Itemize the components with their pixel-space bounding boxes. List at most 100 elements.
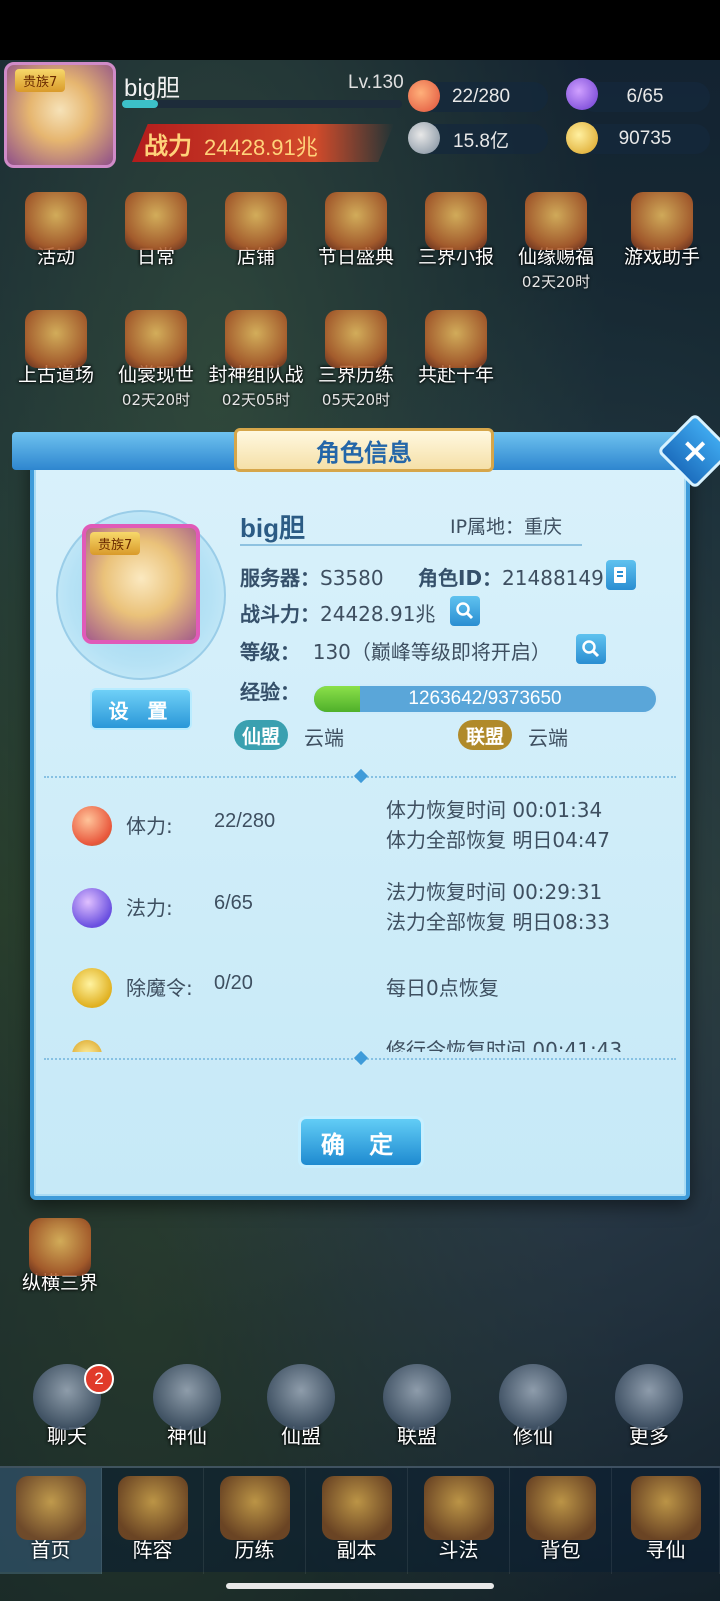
dock-cultivate[interactable]: 修仙 bbox=[490, 1364, 576, 1449]
role-id-label: 角色ID： bbox=[418, 566, 503, 590]
activity-festival[interactable]: 节日盛典 bbox=[306, 192, 406, 269]
alliance-icon bbox=[383, 1364, 451, 1430]
character-name: big胆 bbox=[240, 513, 305, 543]
dock-guild[interactable]: 仙盟 bbox=[258, 1364, 344, 1449]
section-divider bbox=[44, 1050, 676, 1066]
activity-daily[interactable]: 日常 bbox=[106, 192, 206, 269]
player-header: 贵族7 big胆 Lv.130 战力 24428.91兆 22/280 6/65… bbox=[0, 60, 720, 170]
demon-token-row: 除魔令: 0/20 每日0点恢复 bbox=[34, 954, 686, 1024]
magnifier-icon bbox=[456, 602, 474, 620]
name-divider bbox=[240, 544, 582, 546]
dialog-title: 角色信息 bbox=[316, 438, 412, 467]
close-icon: × bbox=[680, 431, 710, 471]
book-icon bbox=[29, 1218, 91, 1276]
level-label: 等级： bbox=[240, 640, 300, 664]
alliance-name[interactable]: 云端 bbox=[528, 722, 568, 751]
combat-label: 战斗力： bbox=[240, 602, 320, 626]
guild-icon bbox=[267, 1364, 335, 1430]
dock-more[interactable]: 更多 bbox=[606, 1364, 692, 1449]
nav-seek[interactable]: 寻仙 bbox=[612, 1468, 720, 1574]
home-icon bbox=[15, 1476, 86, 1540]
settings-button[interactable]: 设 置 bbox=[90, 688, 192, 730]
combat-value: 24428.91兆 bbox=[320, 602, 436, 626]
server-row: 服务器：S3580 bbox=[240, 562, 384, 591]
copy-icon bbox=[614, 567, 626, 583]
stat-note: 体力恢复时间 00:01:34 bbox=[386, 798, 603, 822]
costume-icon bbox=[125, 310, 187, 368]
character-portrait[interactable]: 贵族7 bbox=[82, 524, 200, 644]
guild-tag: 仙盟 bbox=[234, 720, 289, 750]
map-scroll-icon bbox=[630, 1476, 701, 1540]
home-indicator[interactable] bbox=[226, 1583, 494, 1589]
dock-immortals[interactable]: 神仙 bbox=[144, 1364, 230, 1449]
power-label: 战力 bbox=[144, 132, 192, 160]
activity-assistant[interactable]: 游戏助手 bbox=[612, 192, 712, 269]
nav-dungeon[interactable]: 副本 bbox=[306, 1468, 408, 1574]
nav-arena[interactable]: 斗法 bbox=[408, 1468, 510, 1574]
activity-ancient-dojo[interactable]: 上古道场 bbox=[6, 310, 106, 387]
character-info-dialog: 角色信息 × 贵族7 设 置 big胆 IP属地：重庆 服务器：S3580 角色… bbox=[12, 412, 720, 1200]
peach-icon bbox=[408, 80, 440, 112]
dialog-title-plate: 角色信息 bbox=[234, 428, 494, 472]
copy-id-button[interactable] bbox=[606, 560, 636, 590]
activity-team-battle[interactable]: 封神组队战 02天05时 bbox=[206, 310, 306, 410]
fox-mascot-icon bbox=[631, 192, 693, 250]
exp-row: 经验： bbox=[240, 676, 300, 705]
token-icon bbox=[72, 968, 112, 1008]
nav-bag[interactable]: 背包 bbox=[510, 1468, 612, 1574]
side-event[interactable]: 纵横三界 bbox=[10, 1218, 110, 1295]
gold-ingot-icon bbox=[566, 122, 598, 154]
lantern-icon bbox=[25, 192, 87, 250]
stat-note: 体力全部恢复 明日04:47 bbox=[386, 828, 610, 852]
dock-alliance[interactable]: 联盟 bbox=[374, 1364, 460, 1449]
mana-counter[interactable]: 6/65 bbox=[580, 82, 710, 112]
player-level: Lv.130 bbox=[348, 72, 404, 93]
arena-icon bbox=[423, 1476, 494, 1540]
level-value: 130（巅峰等级即将开启） bbox=[312, 640, 551, 664]
activity-blessing[interactable]: 仙缘赐福 02天20时 bbox=[506, 192, 606, 292]
nav-trials[interactable]: 历练 bbox=[204, 1468, 306, 1574]
notification-badge: 2 bbox=[84, 1364, 114, 1394]
combat-detail-button[interactable] bbox=[450, 596, 480, 626]
scroll-icon bbox=[72, 1040, 102, 1052]
activity-huodong[interactable]: 活动 bbox=[6, 192, 106, 269]
nav-lineup[interactable]: 阵容 bbox=[102, 1468, 204, 1574]
activity-newsletter[interactable]: 三界小报 bbox=[406, 192, 506, 269]
nav-home[interactable]: 首页 bbox=[0, 1468, 102, 1574]
gold-counter[interactable]: 90735 bbox=[580, 124, 710, 154]
section-divider bbox=[44, 768, 676, 784]
activity-shop[interactable]: 店铺 bbox=[206, 192, 306, 269]
treasure-chest-icon bbox=[525, 192, 587, 250]
activity-trials[interactable]: 三界历练 05天20时 bbox=[306, 310, 406, 410]
level-detail-button[interactable] bbox=[576, 634, 606, 664]
anniversary-icon bbox=[425, 310, 487, 368]
stamina-value: 22/280 bbox=[451, 86, 511, 107]
server-value: S3580 bbox=[320, 566, 384, 590]
exp-value: 1263642/9373650 bbox=[408, 688, 562, 709]
combat-power-row: 战斗力：24428.91兆 bbox=[240, 598, 435, 627]
stat-value: 6/65 bbox=[214, 892, 253, 914]
stat-value: 0/20 bbox=[214, 972, 253, 994]
dojo-icon bbox=[25, 310, 87, 368]
player-avatar[interactable]: 贵族7 bbox=[4, 62, 116, 168]
activity-anniversary[interactable]: 共赴十年 bbox=[406, 310, 506, 387]
gourd-icon bbox=[219, 1476, 290, 1540]
stat-name: 除魔令: bbox=[126, 976, 193, 1000]
stamina-row: 体力: 22/280 体力恢复时间 00:01:34 体力全部恢复 明日04:4… bbox=[34, 790, 686, 860]
team-battle-icon bbox=[225, 310, 287, 368]
peach-icon bbox=[72, 806, 112, 846]
confirm-button[interactable]: 确 定 bbox=[298, 1116, 424, 1168]
exp-bar: 1263642/9373650 bbox=[312, 684, 658, 714]
guild-name[interactable]: 云端 bbox=[304, 722, 344, 751]
trials-icon bbox=[325, 310, 387, 368]
activity-costume[interactable]: 仙裳现世 02天20时 bbox=[106, 310, 206, 410]
stat-note: 法力恢复时间 00:29:31 bbox=[386, 880, 603, 904]
bag-icon bbox=[525, 1476, 596, 1540]
silver-value: 15.8亿 bbox=[453, 130, 509, 152]
stat-name: 法力: bbox=[126, 896, 173, 920]
stat-name: 体力: bbox=[126, 814, 173, 838]
scroll-icon bbox=[125, 192, 187, 250]
header-xp-bar bbox=[122, 100, 402, 108]
gift-icon bbox=[325, 192, 387, 250]
flame-icon bbox=[566, 78, 598, 110]
